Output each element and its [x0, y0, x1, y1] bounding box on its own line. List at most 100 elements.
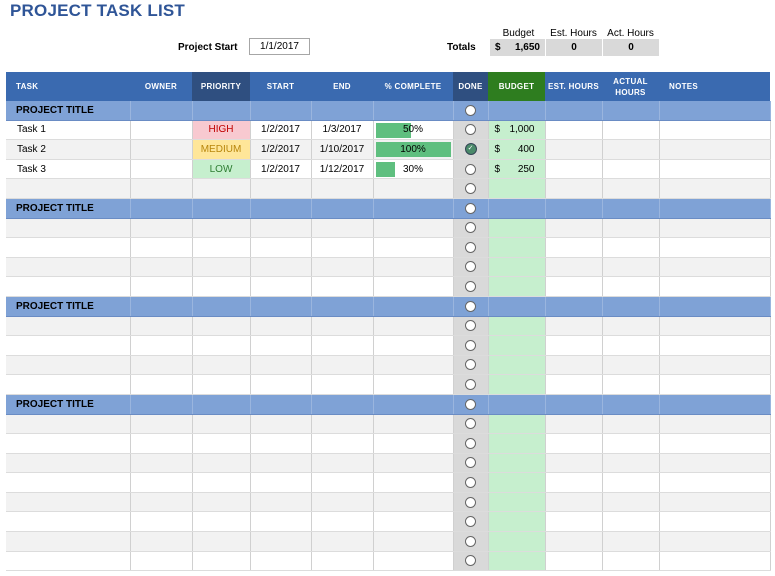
complete-cell[interactable]	[373, 316, 454, 337]
done-unchecked-icon[interactable]	[465, 163, 476, 175]
section-complete-cell[interactable]	[373, 394, 454, 415]
done-unchecked-icon[interactable]	[465, 516, 476, 528]
est-hours-cell[interactable]	[545, 335, 603, 356]
budget-cell[interactable]	[488, 316, 546, 337]
est-hours-cell[interactable]	[545, 433, 603, 454]
notes-cell[interactable]	[659, 433, 771, 454]
task-cell[interactable]	[6, 511, 131, 533]
section-budget-cell[interactable]	[488, 296, 546, 317]
done-unchecked-icon[interactable]	[465, 437, 476, 449]
section-title[interactable]: PROJECT TITLE	[6, 198, 131, 219]
budget-cell[interactable]	[488, 531, 546, 552]
end-cell[interactable]	[311, 472, 374, 493]
notes-cell[interactable]	[659, 276, 771, 297]
done-checked-icon[interactable]: ✓	[464, 143, 477, 156]
start-cell[interactable]: 1/2/2017	[250, 159, 312, 180]
complete-cell[interactable]	[373, 414, 454, 435]
est-hours-cell[interactable]	[545, 414, 603, 435]
priority-cell[interactable]: HIGH	[192, 120, 251, 141]
priority-cell[interactable]	[192, 551, 251, 572]
project-start-input[interactable]: 1/1/2017	[249, 38, 310, 55]
task-cell[interactable]	[6, 492, 131, 513]
done-unchecked-icon[interactable]	[465, 222, 476, 234]
section-complete-cell[interactable]	[373, 101, 454, 121]
est-hours-cell[interactable]	[545, 178, 603, 199]
end-cell[interactable]	[311, 511, 374, 533]
complete-cell[interactable]	[373, 531, 454, 552]
complete-cell[interactable]	[373, 433, 454, 454]
notes-cell[interactable]	[659, 551, 771, 572]
est-hours-cell[interactable]	[545, 453, 603, 474]
end-cell[interactable]: 1/10/2017	[311, 139, 374, 160]
end-cell[interactable]	[311, 237, 374, 258]
start-cell[interactable]	[250, 453, 312, 474]
task-cell[interactable]: Task 1	[6, 120, 131, 141]
start-cell[interactable]	[250, 511, 312, 533]
end-cell[interactable]: 1/12/2017	[311, 159, 374, 180]
priority-cell[interactable]	[192, 492, 251, 513]
section-notes-cell[interactable]	[659, 198, 771, 219]
budget-cell[interactable]: $250	[488, 159, 546, 180]
start-cell[interactable]	[250, 237, 312, 258]
col-done[interactable]: DONE	[453, 72, 488, 101]
task-cell[interactable]: Task 2	[6, 139, 131, 160]
notes-cell[interactable]	[659, 414, 771, 435]
start-cell[interactable]	[250, 355, 312, 376]
budget-cell[interactable]	[488, 335, 546, 356]
owner-cell[interactable]	[130, 139, 193, 160]
done-unchecked-icon[interactable]	[465, 281, 476, 293]
done-unchecked-icon[interactable]	[465, 320, 476, 332]
done-unchecked-icon[interactable]	[465, 535, 476, 547]
end-cell[interactable]	[311, 178, 374, 199]
section-est-hours-cell[interactable]	[545, 394, 603, 415]
actual-hours-cell[interactable]	[602, 355, 660, 376]
notes-cell[interactable]	[659, 453, 771, 474]
budget-cell[interactable]	[488, 551, 546, 572]
complete-cell[interactable]: 30%	[373, 159, 454, 180]
done-unchecked-icon[interactable]	[465, 183, 476, 195]
start-cell[interactable]	[250, 551, 312, 572]
section-notes-cell[interactable]	[659, 394, 771, 415]
notes-cell[interactable]	[659, 511, 771, 533]
section-start-cell[interactable]	[250, 198, 312, 219]
budget-cell[interactable]	[488, 472, 546, 493]
notes-cell[interactable]	[659, 492, 771, 513]
complete-cell[interactable]	[373, 551, 454, 572]
end-cell[interactable]	[311, 414, 374, 435]
complete-cell[interactable]	[373, 257, 454, 278]
owner-cell[interactable]	[130, 492, 193, 513]
actual-hours-cell[interactable]	[602, 453, 660, 474]
complete-cell[interactable]	[373, 355, 454, 376]
owner-cell[interactable]	[130, 276, 193, 297]
priority-cell[interactable]	[192, 374, 251, 395]
complete-cell[interactable]	[373, 218, 454, 239]
section-notes-cell[interactable]	[659, 296, 771, 317]
actual-hours-cell[interactable]	[602, 472, 660, 493]
priority-cell[interactable]	[192, 237, 251, 258]
priority-cell[interactable]	[192, 218, 251, 239]
est-hours-cell[interactable]	[545, 159, 603, 180]
done-cell[interactable]	[453, 414, 489, 435]
complete-cell[interactable]	[373, 511, 454, 533]
section-notes-cell[interactable]	[659, 101, 771, 121]
start-cell[interactable]: 1/2/2017	[250, 139, 312, 160]
complete-cell[interactable]	[373, 492, 454, 513]
est-hours-cell[interactable]	[545, 120, 603, 141]
complete-cell[interactable]	[373, 453, 454, 474]
actual-hours-cell[interactable]	[602, 237, 660, 258]
budget-cell[interactable]	[488, 511, 546, 533]
notes-cell[interactable]	[659, 374, 771, 395]
budget-cell[interactable]	[488, 414, 546, 435]
task-cell[interactable]	[6, 453, 131, 474]
done-cell[interactable]	[453, 531, 489, 552]
task-cell[interactable]	[6, 531, 131, 552]
start-cell[interactable]	[250, 472, 312, 493]
priority-cell[interactable]	[192, 257, 251, 278]
section-end-cell[interactable]	[311, 296, 374, 317]
priority-cell[interactable]	[192, 316, 251, 337]
actual-hours-cell[interactable]	[602, 139, 660, 160]
done-cell[interactable]	[453, 218, 489, 239]
owner-cell[interactable]	[130, 120, 193, 141]
section-actual-hours-cell[interactable]	[602, 101, 660, 121]
section-end-cell[interactable]	[311, 198, 374, 219]
